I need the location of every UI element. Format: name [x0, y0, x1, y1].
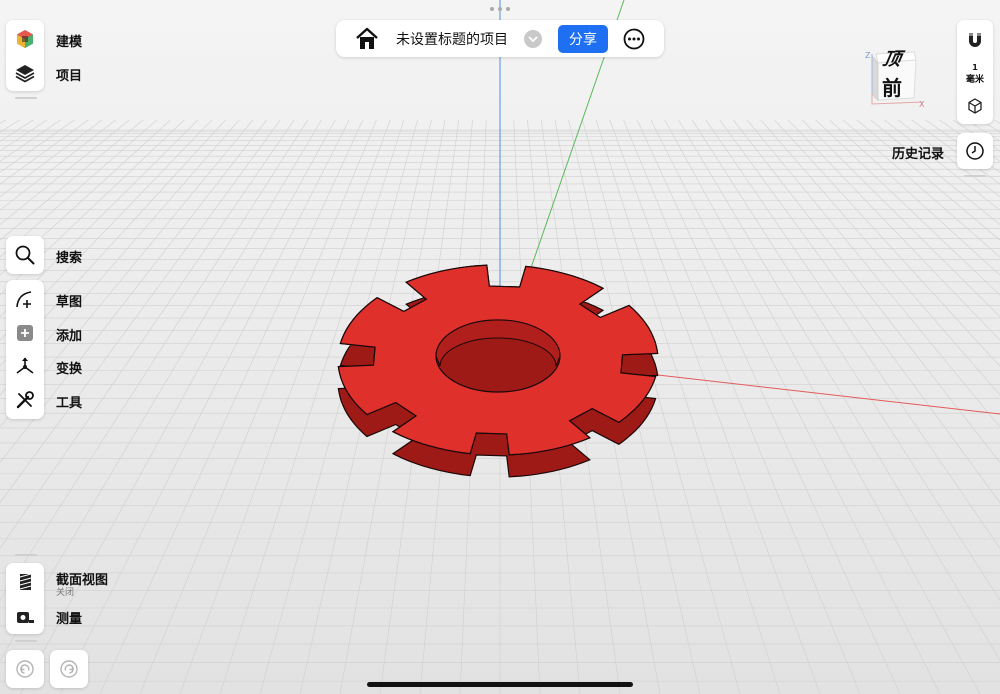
tools-label[interactable]: 工具	[56, 392, 82, 411]
history-button[interactable]	[957, 133, 993, 169]
drag-handle[interactable]	[490, 7, 510, 13]
divider	[964, 175, 986, 177]
more-button[interactable]	[622, 27, 646, 51]
divider	[15, 97, 37, 99]
search-icon	[15, 245, 35, 265]
view-cube-front-face[interactable]: 前	[882, 72, 902, 101]
project-title[interactable]: 未设置标题的项目	[396, 29, 508, 49]
project-label[interactable]: 项目	[56, 65, 82, 84]
sketch-icon	[16, 291, 32, 308]
sketch-button[interactable]	[7, 284, 43, 314]
more-icon	[623, 28, 645, 50]
tools-button[interactable]	[7, 385, 43, 415]
tape-measure-icon	[17, 612, 34, 623]
home-icon	[356, 27, 378, 49]
clock-icon	[966, 142, 984, 160]
magnet-icon	[969, 33, 981, 47]
wireframe-cube-icon	[968, 98, 982, 114]
add-label[interactable]: 添加	[56, 325, 82, 344]
view-style-button[interactable]	[963, 94, 987, 118]
transform-button[interactable]	[7, 351, 43, 381]
history-label[interactable]: 历史记录	[892, 143, 944, 162]
section-view-button[interactable]	[7, 567, 43, 597]
add-button[interactable]	[7, 318, 43, 348]
layers-icon	[15, 65, 35, 83]
3d-viewport[interactable]	[0, 0, 1000, 694]
search-label[interactable]: 搜索	[56, 247, 82, 266]
modeling-cube-icon	[17, 30, 33, 48]
wrench-icon	[16, 391, 34, 409]
modeling-label[interactable]: 建模	[56, 31, 82, 50]
divider	[15, 554, 37, 556]
units-label[interactable]: 毫米	[957, 72, 993, 85]
undo-icon	[16, 660, 34, 678]
share-button[interactable]: 分享	[558, 25, 608, 53]
section-view-status: 关闭	[56, 588, 75, 598]
home-button[interactable]	[354, 26, 380, 52]
redo-icon	[60, 660, 78, 678]
search-button[interactable]	[7, 240, 43, 270]
project-button[interactable]	[7, 58, 43, 88]
transform-label[interactable]: 变换	[56, 358, 82, 377]
redo-button[interactable]	[50, 650, 88, 688]
measure-label[interactable]: 测量	[56, 608, 82, 627]
view-cube-x-axis: X	[919, 100, 925, 109]
view-cube[interactable]: 顶 前 Z X	[862, 46, 930, 112]
divider	[15, 640, 37, 642]
section-view-icon	[19, 573, 32, 590]
modeling-button[interactable]	[7, 24, 43, 54]
view-cube-z-axis: Z	[865, 51, 871, 60]
undo-button[interactable]	[6, 650, 44, 688]
chevron-down-icon	[528, 36, 538, 43]
transform-icon	[16, 357, 34, 374]
title-bar: 未设置标题的项目 分享	[336, 20, 664, 57]
units-value: 1	[972, 63, 978, 72]
snap-button[interactable]	[963, 27, 987, 53]
add-icon	[17, 325, 33, 341]
sketch-label[interactable]: 草图	[56, 291, 82, 310]
home-indicator	[367, 682, 633, 687]
measure-button[interactable]	[7, 601, 43, 631]
title-dropdown-button[interactable]	[524, 30, 542, 48]
